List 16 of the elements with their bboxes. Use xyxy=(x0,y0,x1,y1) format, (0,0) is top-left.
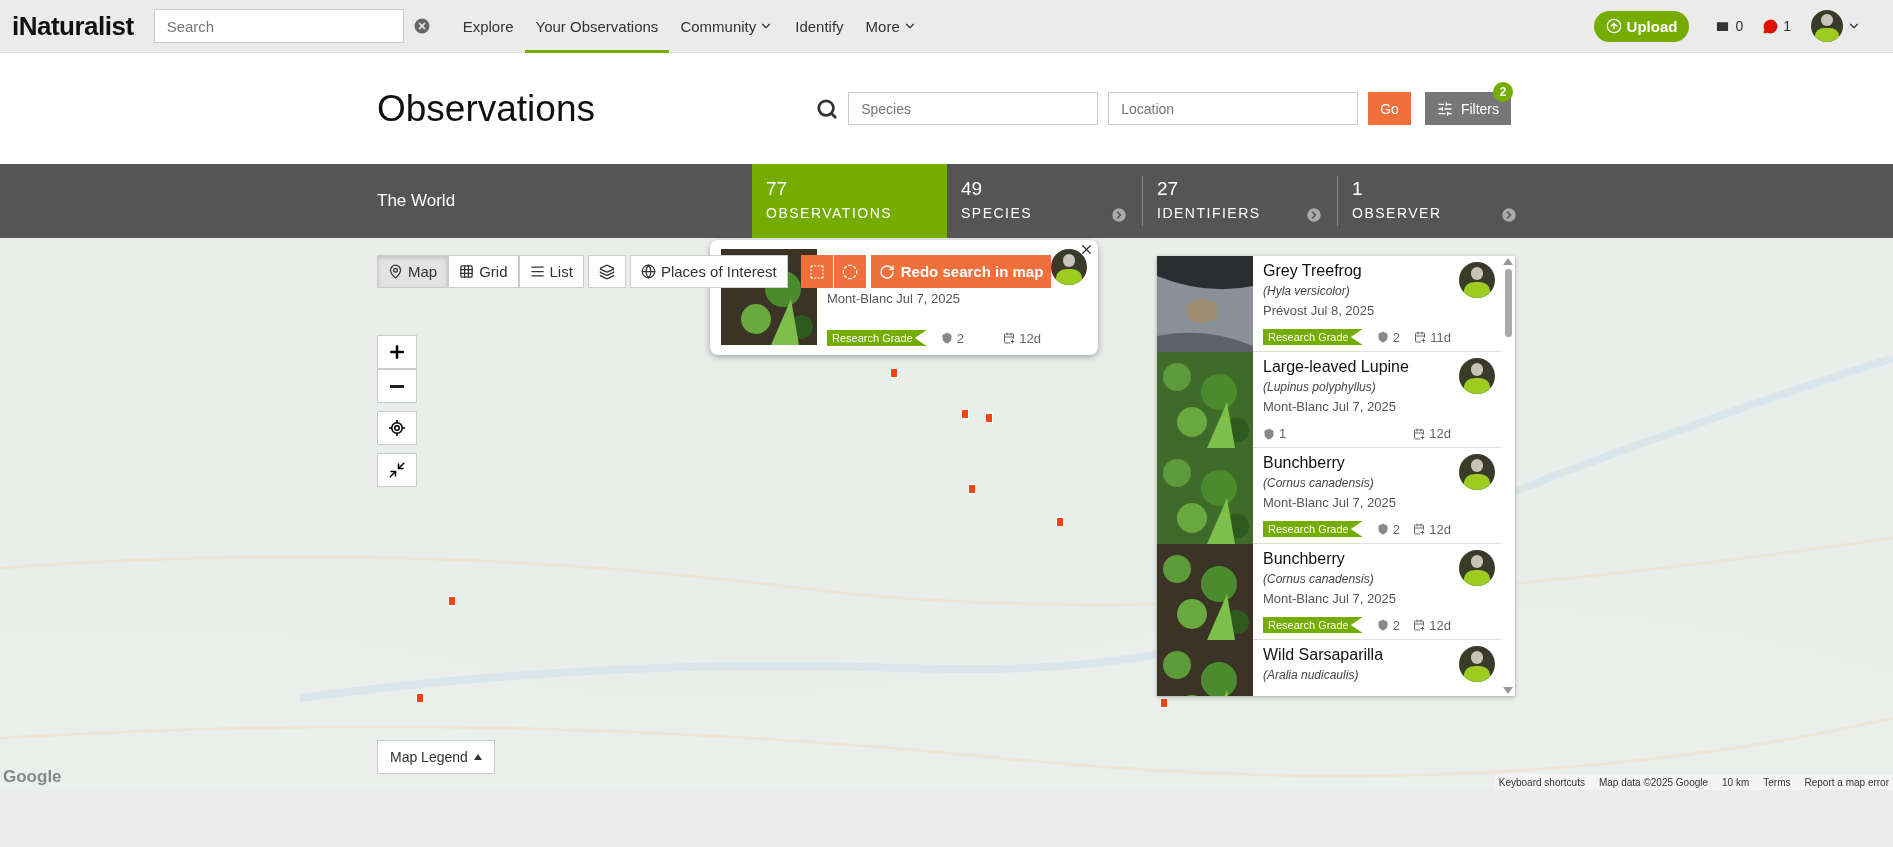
logo[interactable]: iNaturalist xyxy=(12,10,134,42)
place-name: The World xyxy=(377,191,457,211)
nav-link[interactable]: Community xyxy=(669,0,785,53)
message-count: 0 xyxy=(1735,18,1744,34)
species-field[interactable]: Species xyxy=(848,92,1099,125)
stat-tab[interactable]: 1 OBSERVER xyxy=(1337,176,1532,226)
page-title: Observations xyxy=(377,87,596,130)
nav-link[interactable]: Identify xyxy=(784,0,855,53)
search-field[interactable]: Search xyxy=(153,9,404,43)
notification-count: 1 xyxy=(1783,18,1791,34)
nav-link[interactable]: Explore xyxy=(451,0,525,53)
location-field[interactable]: Location xyxy=(1108,92,1359,125)
stat-tab[interactable]: 27 IDENTIFIERS xyxy=(1142,176,1337,226)
filter-count: 2 xyxy=(1493,82,1513,102)
nav-link[interactable]: More xyxy=(854,0,928,53)
stat-tab[interactable]: 49 SPECIES xyxy=(947,176,1142,226)
